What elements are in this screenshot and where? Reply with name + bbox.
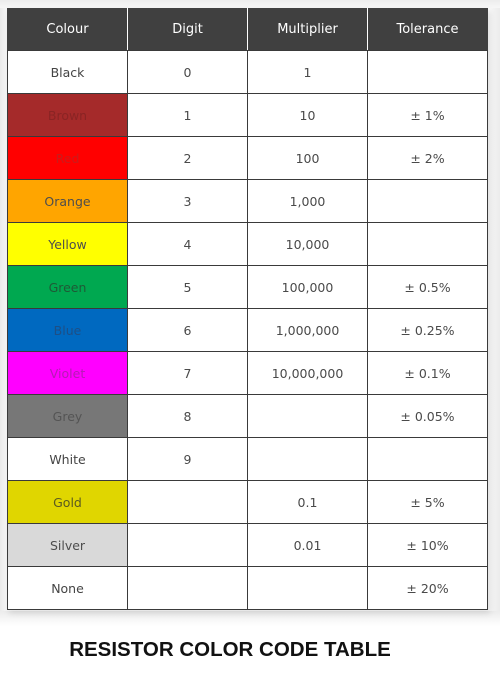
table-row: Green 5 100,000 ± 0.5% — [7, 265, 488, 309]
table-row: White 9 — [7, 437, 488, 481]
digit-cell: 8 — [127, 394, 248, 438]
colour-cell: White — [7, 437, 128, 481]
table-row: Violet 7 10,000,000 ± 0.1% — [7, 351, 488, 395]
multiplier-cell: 0.01 — [247, 523, 368, 567]
tolerance-cell: ± 0.05% — [367, 394, 488, 438]
multiplier-cell: 100,000 — [247, 265, 368, 309]
shadow-bottom — [0, 611, 500, 626]
header-tolerance: Tolerance — [367, 8, 488, 51]
tolerance-cell: ± 0.1% — [367, 351, 488, 395]
table-row: Gold 0.1 ± 5% — [7, 480, 488, 524]
multiplier-cell: 10 — [247, 93, 368, 137]
colour-cell: Yellow — [7, 222, 128, 266]
digit-cell — [127, 523, 248, 567]
colour-cell: Brown — [7, 93, 128, 137]
tolerance-cell: ± 2% — [367, 136, 488, 180]
colour-cell: Orange — [7, 179, 128, 223]
digit-cell — [127, 566, 248, 610]
tolerance-cell: ± 20% — [367, 566, 488, 610]
tolerance-cell — [367, 437, 488, 481]
table-row: Grey 8 ± 0.05% — [7, 394, 488, 438]
colour-cell: Violet — [7, 351, 128, 395]
table-row: Orange 3 1,000 — [7, 179, 488, 223]
tolerance-cell — [367, 50, 488, 94]
colour-cell: Green — [7, 265, 128, 309]
digit-cell: 6 — [127, 308, 248, 352]
table-row: Blue 6 1,000,000 ± 0.25% — [7, 308, 488, 352]
header-row: Colour Digit Multiplier Tolerance — [7, 8, 488, 51]
digit-cell: 9 — [127, 437, 248, 481]
digit-cell: 0 — [127, 50, 248, 94]
tolerance-cell: ± 10% — [367, 523, 488, 567]
multiplier-cell: 10,000 — [247, 222, 368, 266]
table-row: Yellow 4 10,000 — [7, 222, 488, 266]
multiplier-cell: 10,000,000 — [247, 351, 368, 395]
digit-cell: 7 — [127, 351, 248, 395]
tolerance-cell — [367, 179, 488, 223]
resistor-color-code-table: Colour Digit Multiplier Tolerance Black 0… — [7, 8, 488, 610]
table-row: Silver 0.01 ± 10% — [7, 523, 488, 567]
multiplier-cell: 100 — [247, 136, 368, 180]
tolerance-cell: ± 1% — [367, 93, 488, 137]
digit-cell: 3 — [127, 179, 248, 223]
colour-cell: None — [7, 566, 128, 610]
colour-cell: Black — [7, 50, 128, 94]
table-header: Colour Digit Multiplier Tolerance — [7, 8, 488, 51]
digit-cell: 4 — [127, 222, 248, 266]
colour-cell: Silver — [7, 523, 128, 567]
colour-cell: Red — [7, 136, 128, 180]
table-caption: RESISTOR COLOR CODE TABLE — [69, 638, 391, 661]
table-row: Brown 1 10 ± 1% — [7, 93, 488, 137]
multiplier-cell: 1 — [247, 50, 368, 94]
colour-cell: Blue — [7, 308, 128, 352]
digit-cell: 1 — [127, 93, 248, 137]
tolerance-cell: ± 0.25% — [367, 308, 488, 352]
header-digit: Digit — [127, 8, 248, 51]
header-multiplier: Multiplier — [247, 8, 368, 51]
shadow-top — [0, 0, 500, 8]
multiplier-cell: 1,000 — [247, 179, 368, 223]
table-row: Black 0 1 — [7, 50, 488, 94]
colour-cell: Grey — [7, 394, 128, 438]
multiplier-cell — [247, 566, 368, 610]
digit-cell: 5 — [127, 265, 248, 309]
multiplier-cell: 0.1 — [247, 480, 368, 524]
table-body: Black 0 1 Brown 1 10 ± 1% Red 2 100 ± 2% Orange 3 1,0… — [7, 50, 488, 610]
colour-cell: Gold — [7, 480, 128, 524]
tolerance-cell — [367, 222, 488, 266]
digit-cell — [127, 480, 248, 524]
tolerance-cell: ± 5% — [367, 480, 488, 524]
table-row: None ± 20% — [7, 566, 488, 610]
multiplier-cell — [247, 394, 368, 438]
table-row: Red 2 100 ± 2% — [7, 136, 488, 180]
header-colour: Colour — [7, 8, 128, 51]
multiplier-cell — [247, 437, 368, 481]
multiplier-cell: 1,000,000 — [247, 308, 368, 352]
digit-cell: 2 — [127, 136, 248, 180]
tolerance-cell: ± 0.5% — [367, 265, 488, 309]
